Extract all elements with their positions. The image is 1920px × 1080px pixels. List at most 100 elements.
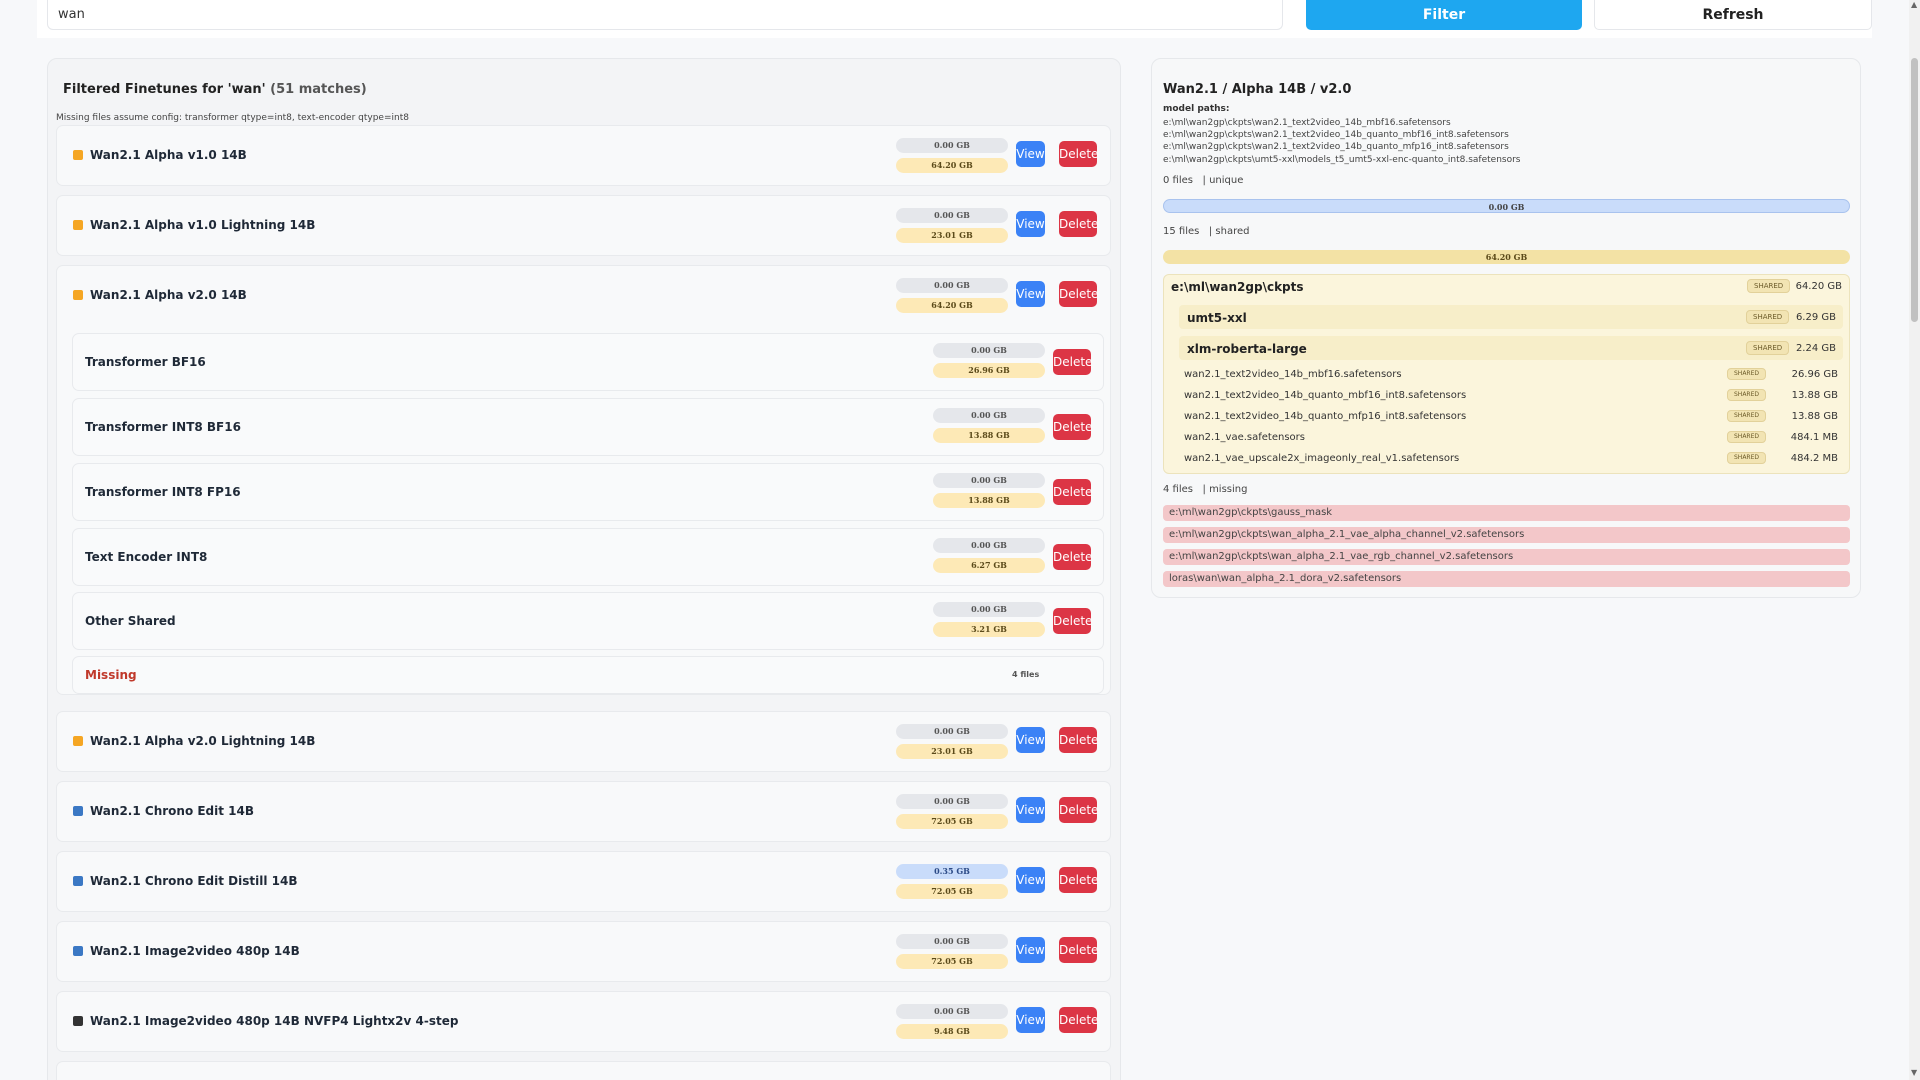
scroll-down-icon[interactable]: ▼ bbox=[1911, 1068, 1917, 1077]
unique-size-pill: 0.00 GB bbox=[896, 1004, 1008, 1019]
file-size: 13.88 GB bbox=[1791, 390, 1838, 401]
delete-button[interactable]: Delete bbox=[1059, 727, 1098, 753]
model-path: e:\ml\wan2gp\ckpts\wan2.1_text2video_14b… bbox=[1163, 142, 1509, 152]
search-input[interactable] bbox=[47, 0, 1283, 30]
missing-file: e:\ml\wan2gp\ckpts\gauss_mask bbox=[1163, 505, 1850, 521]
finetune-row[interactable] bbox=[56, 1061, 1111, 1080]
category-color-swatch bbox=[73, 806, 83, 816]
component-name: Text Encoder INT8 bbox=[85, 550, 208, 564]
match-count: (51 matches) bbox=[270, 82, 367, 97]
shared-file-name: wan2.1_text2video_14b_quanto_mfp16_int8.… bbox=[1184, 411, 1467, 422]
missing-file: e:\ml\wan2gp\ckpts\wan_alpha_2.1_vae_alp… bbox=[1163, 527, 1850, 543]
component-row[interactable] bbox=[72, 528, 1104, 586]
unique-size-pill: 0.00 GB bbox=[896, 794, 1008, 809]
view-button[interactable]: View bbox=[1016, 141, 1045, 167]
delete-button[interactable]: Delete bbox=[1059, 867, 1098, 893]
finetune-name: Wan2.1 Alpha v1.0 Lightning 14B bbox=[90, 218, 316, 232]
category-color-swatch bbox=[73, 150, 83, 160]
shared-size-pill: 26.96 GB bbox=[933, 363, 1045, 378]
shared-tag: SHARED bbox=[1727, 452, 1767, 464]
missing-file-count: 4 files bbox=[1012, 670, 1040, 679]
unique-size-pill: 0.00 GB bbox=[896, 724, 1008, 739]
delete-button[interactable]: Delete bbox=[1053, 544, 1092, 570]
view-button[interactable]: View bbox=[1016, 727, 1045, 753]
shared-file-name: wan2.1_text2video_14b_mbf16.safetensors bbox=[1184, 369, 1402, 380]
view-button[interactable]: View bbox=[1016, 1007, 1045, 1033]
delete-button[interactable]: Delete bbox=[1053, 608, 1092, 634]
shared-file-name: wan2.1_vae.safetensors bbox=[1184, 432, 1305, 443]
shared-tag: SHARED bbox=[1727, 389, 1767, 401]
filter-button[interactable]: Filter bbox=[1306, 0, 1582, 30]
missing-file: loras\wan\wan_alpha_2.1_dora_v2.safetens… bbox=[1163, 571, 1850, 587]
directory-size: 6.29 GB bbox=[1795, 312, 1836, 323]
delete-button[interactable]: Delete bbox=[1059, 141, 1098, 167]
category-color-swatch bbox=[73, 1016, 83, 1026]
file-size: 13.88 GB bbox=[1791, 411, 1838, 422]
shared-size-pill: 23.01 GB bbox=[896, 228, 1008, 243]
category-color-swatch bbox=[73, 290, 83, 300]
component-row[interactable] bbox=[72, 592, 1104, 650]
delete-button[interactable]: Delete bbox=[1059, 281, 1098, 307]
component-name: Other Shared bbox=[85, 614, 176, 628]
shared-size-pill: 64.20 GB bbox=[896, 158, 1008, 173]
unique-size-pill: 0.00 GB bbox=[933, 602, 1045, 617]
model-path: e:\ml\wan2gp\ckpts\wan2.1_text2video_14b… bbox=[1163, 130, 1509, 140]
root-directory: e:\ml\wan2gp\ckpts bbox=[1171, 280, 1304, 294]
category-color-swatch bbox=[73, 220, 83, 230]
category-color-swatch bbox=[73, 876, 83, 886]
delete-button[interactable]: Delete bbox=[1053, 349, 1092, 375]
file-size: 484.1 MB bbox=[1790, 432, 1838, 443]
view-button[interactable]: View bbox=[1016, 281, 1045, 307]
unique-size-pill: 0.00 GB bbox=[896, 278, 1008, 293]
delete-button[interactable]: Delete bbox=[1059, 797, 1098, 823]
finetune-name: Wan2.1 Chrono Edit 14B bbox=[90, 804, 255, 818]
shared-tag: SHARED bbox=[1727, 368, 1767, 380]
component-row[interactable] bbox=[72, 333, 1104, 391]
finetune-name: Wan2.1 Alpha v1.0 14B bbox=[90, 148, 247, 162]
shared-size-pill: 64.20 GB bbox=[896, 298, 1008, 313]
panel-title: Filtered Finetunes for 'wan' (51 matches… bbox=[63, 82, 367, 97]
shared-size-pill: 72.05 GB bbox=[896, 884, 1008, 899]
scrollbar-thumb[interactable] bbox=[1911, 58, 1918, 322]
model-paths-label: model paths: bbox=[1163, 104, 1230, 114]
panel-title-text: Filtered Finetunes for 'wan' bbox=[63, 82, 266, 97]
shared-summary: 15 files | shared bbox=[1163, 226, 1250, 237]
missing-label: Missing bbox=[85, 668, 137, 682]
file-size: 484.2 MB bbox=[1790, 453, 1838, 464]
shared-size-bar: 64.20 GB bbox=[1163, 250, 1850, 264]
missing-row[interactable] bbox=[72, 656, 1104, 694]
unique-size-bar: 0.00 GB bbox=[1163, 199, 1850, 213]
view-button[interactable]: View bbox=[1016, 937, 1045, 963]
view-button[interactable]: View bbox=[1016, 211, 1045, 237]
shared-size-pill: 72.05 GB bbox=[896, 814, 1008, 829]
finetune-name: Wan2.1 Image2video 480p 14B NVFP4 Lightx… bbox=[90, 1014, 459, 1028]
directory-size: 64.20 GB bbox=[1795, 281, 1842, 292]
unique-size-pill: 0.00 GB bbox=[896, 208, 1008, 223]
finetune-name: Wan2.1 Image2video 480p 14B bbox=[90, 944, 300, 958]
scroll-up-icon[interactable]: ▲ bbox=[1911, 0, 1917, 9]
missing-file: e:\ml\wan2gp\ckpts\wan_alpha_2.1_vae_rgb… bbox=[1163, 549, 1850, 565]
shared-file-name: wan2.1_vae_upscale2x_imageonly_real_v1.s… bbox=[1184, 453, 1460, 464]
unique-size-pill: 0.00 GB bbox=[933, 343, 1045, 358]
delete-button[interactable]: Delete bbox=[1059, 211, 1098, 237]
unique-summary: 0 files | unique bbox=[1163, 175, 1244, 186]
subdirectory-row[interactable] bbox=[1179, 305, 1843, 329]
model-path: e:\ml\wan2gp\ckpts\wan2.1_text2video_14b… bbox=[1163, 118, 1451, 128]
shared-size-pill: 6.27 GB bbox=[933, 558, 1045, 573]
delete-button[interactable]: Delete bbox=[1053, 414, 1092, 440]
view-button[interactable]: View bbox=[1016, 867, 1045, 893]
component-name: Transformer BF16 bbox=[85, 355, 206, 369]
unique-size-pill: 0.00 GB bbox=[933, 473, 1045, 488]
view-button[interactable]: View bbox=[1016, 797, 1045, 823]
unique-size-pill: 0.00 GB bbox=[896, 138, 1008, 153]
config-note: Missing files assume config: transformer… bbox=[56, 113, 409, 123]
delete-button[interactable]: Delete bbox=[1059, 1007, 1098, 1033]
refresh-button[interactable]: Refresh bbox=[1594, 0, 1872, 30]
delete-button[interactable]: Delete bbox=[1053, 479, 1092, 505]
finetune-name: Wan2.1 Chrono Edit Distill 14B bbox=[90, 874, 298, 888]
missing-summary: 4 files | missing bbox=[1163, 484, 1248, 495]
shared-tag: SHARED bbox=[1727, 410, 1767, 422]
shared-size-pill: 13.88 GB bbox=[933, 493, 1045, 508]
file-size: 26.96 GB bbox=[1791, 369, 1838, 380]
delete-button[interactable]: Delete bbox=[1059, 937, 1098, 963]
